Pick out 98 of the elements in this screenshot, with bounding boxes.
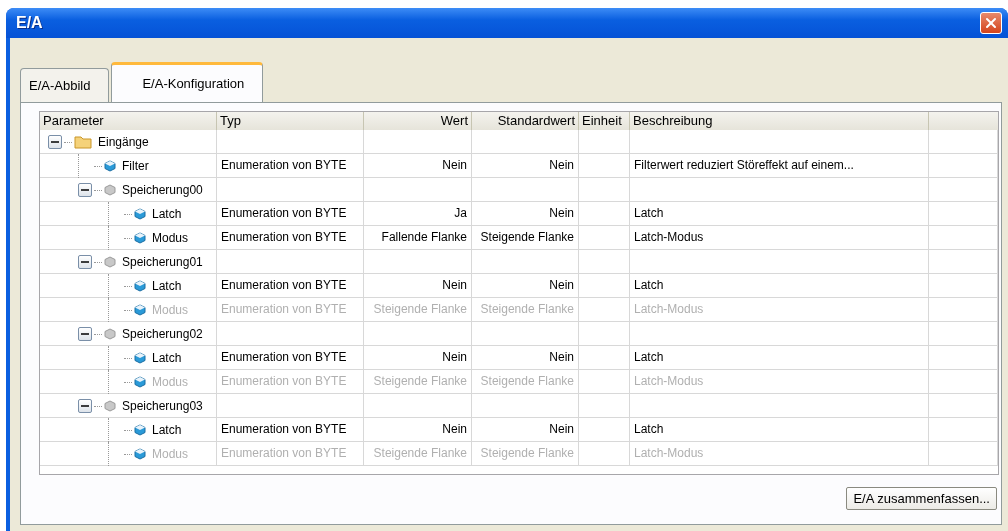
column-header[interactable]: Parameter: [40, 112, 217, 130]
tree-item[interactable]: Eingänge: [40, 130, 217, 154]
cube-icon: [104, 184, 116, 196]
column-header: [929, 112, 998, 130]
table-cell: Nein: [364, 274, 472, 298]
table-cell: Enumeration von BYTE: [217, 442, 364, 466]
tree-item[interactable]: Speicherung00: [40, 178, 217, 202]
parameter-name: Speicherung01: [122, 255, 203, 269]
table-cell: Steigende Flanke: [472, 370, 579, 394]
close-button[interactable]: [980, 12, 1002, 34]
folder-icon: [74, 135, 92, 149]
table-cell: Nein: [364, 418, 472, 442]
cube-icon: [104, 400, 116, 412]
tree-item[interactable]: Latch: [40, 346, 217, 370]
tab[interactable]: E/A-Abbild: [20, 68, 110, 102]
table-cell: Steigende Flanke: [364, 442, 472, 466]
minus-icon: [81, 258, 89, 266]
table-cell: Latch-Modus: [630, 442, 929, 466]
parameter-name: Eingänge: [98, 135, 149, 149]
column-header[interactable]: Standardwert: [472, 112, 579, 130]
cube-icon: [134, 376, 146, 388]
table-cell: Filterwert reduziert Störeffekt auf einem...: [630, 154, 929, 178]
table-cell: Latch: [630, 202, 929, 226]
cube-icon: [134, 448, 146, 460]
table-cell: Enumeration von BYTE: [217, 346, 364, 370]
tree-item[interactable]: Latch: [40, 274, 217, 298]
minus-icon: [81, 402, 89, 410]
parameter-name: Modus: [152, 375, 189, 389]
parameter-name: Latch: [152, 351, 182, 365]
table-cell: Steigende Flanke: [472, 442, 579, 466]
table-cell: Nein: [472, 274, 579, 298]
tree-item[interactable]: Latch: [40, 202, 217, 226]
table-cell: Nein: [364, 346, 472, 370]
table-cell: Latch-Modus: [630, 298, 929, 322]
table-cell: Enumeration von BYTE: [217, 418, 364, 442]
table-cell: Latch: [630, 274, 929, 298]
collapse-toggle[interactable]: [48, 135, 62, 149]
table-cell: Steigende Flanke: [472, 226, 579, 250]
table-cell: Latch: [630, 346, 929, 370]
column-header[interactable]: Einheit: [579, 112, 630, 130]
table-cell: Steigende Flanke: [364, 298, 472, 322]
parameter-name: Latch: [152, 423, 182, 437]
table-cell: Enumeration von BYTE: [217, 298, 364, 322]
tree-item[interactable]: Speicherung01: [40, 250, 217, 274]
table-cell: Nein: [472, 202, 579, 226]
summarize-button[interactable]: E/A zusammenfassen...: [846, 487, 997, 510]
parameter-name: Filter: [122, 159, 149, 173]
column-header[interactable]: Wert: [364, 112, 472, 130]
table-cell: Enumeration von BYTE: [217, 274, 364, 298]
tree-item[interactable]: Latch: [40, 418, 217, 442]
collapse-toggle[interactable]: [78, 183, 92, 197]
table-cell: Enumeration von BYTE: [217, 154, 364, 178]
table-cell: Nein: [472, 154, 579, 178]
cube-icon: [104, 160, 116, 172]
close-icon: [983, 15, 999, 31]
cube-icon: [134, 352, 146, 364]
table-cell: Nein: [364, 154, 472, 178]
window-title: E/A: [16, 14, 43, 32]
tab[interactable]: E/A-Konfiguration: [111, 62, 264, 102]
cube-icon: [134, 424, 146, 436]
column-header[interactable]: Typ: [217, 112, 364, 130]
collapse-toggle[interactable]: [78, 255, 92, 269]
table-cell: Enumeration von BYTE: [217, 370, 364, 394]
table-cell: Enumeration von BYTE: [217, 226, 364, 250]
minus-icon: [81, 186, 89, 194]
parameter-name: Modus: [152, 447, 189, 461]
table-cell: Latch: [630, 418, 929, 442]
parameter-name: Latch: [152, 279, 182, 293]
column-header[interactable]: Beschreibung: [630, 112, 929, 130]
table-cell: Ja: [364, 202, 472, 226]
table-cell: Fallende Flanke: [364, 226, 472, 250]
parameter-name: Speicherung03: [122, 399, 203, 413]
table-cell: Nein: [472, 346, 579, 370]
table-cell: Latch-Modus: [630, 226, 929, 250]
collapse-toggle[interactable]: [78, 399, 92, 413]
cube-icon: [134, 280, 146, 292]
cube-icon: [134, 232, 146, 244]
cube-icon: [134, 208, 146, 220]
cube-icon: [104, 328, 116, 340]
table-cell: Steigende Flanke: [472, 298, 579, 322]
parameter-name: Latch: [152, 207, 182, 221]
table-cell: Enumeration von BYTE: [217, 202, 364, 226]
tree-item[interactable]: Filter: [40, 154, 217, 178]
parameter-name: Modus: [152, 231, 189, 245]
minus-icon: [81, 330, 89, 338]
collapse-toggle[interactable]: [78, 327, 92, 341]
parameter-name: Speicherung00: [122, 183, 203, 197]
tree-item[interactable]: Speicherung02: [40, 322, 217, 346]
minus-icon: [51, 138, 59, 146]
parameter-name: Speicherung02: [122, 327, 203, 341]
tree-item[interactable]: Modus: [40, 226, 217, 250]
table-cell: Latch-Modus: [630, 370, 929, 394]
cube-icon: [104, 256, 116, 268]
table-cell: Nein: [472, 418, 579, 442]
tree-item[interactable]: Speicherung03: [40, 394, 217, 418]
cube-icon: [134, 304, 146, 316]
parameter-name: Modus: [152, 303, 189, 317]
table-cell: Steigende Flanke: [364, 370, 472, 394]
